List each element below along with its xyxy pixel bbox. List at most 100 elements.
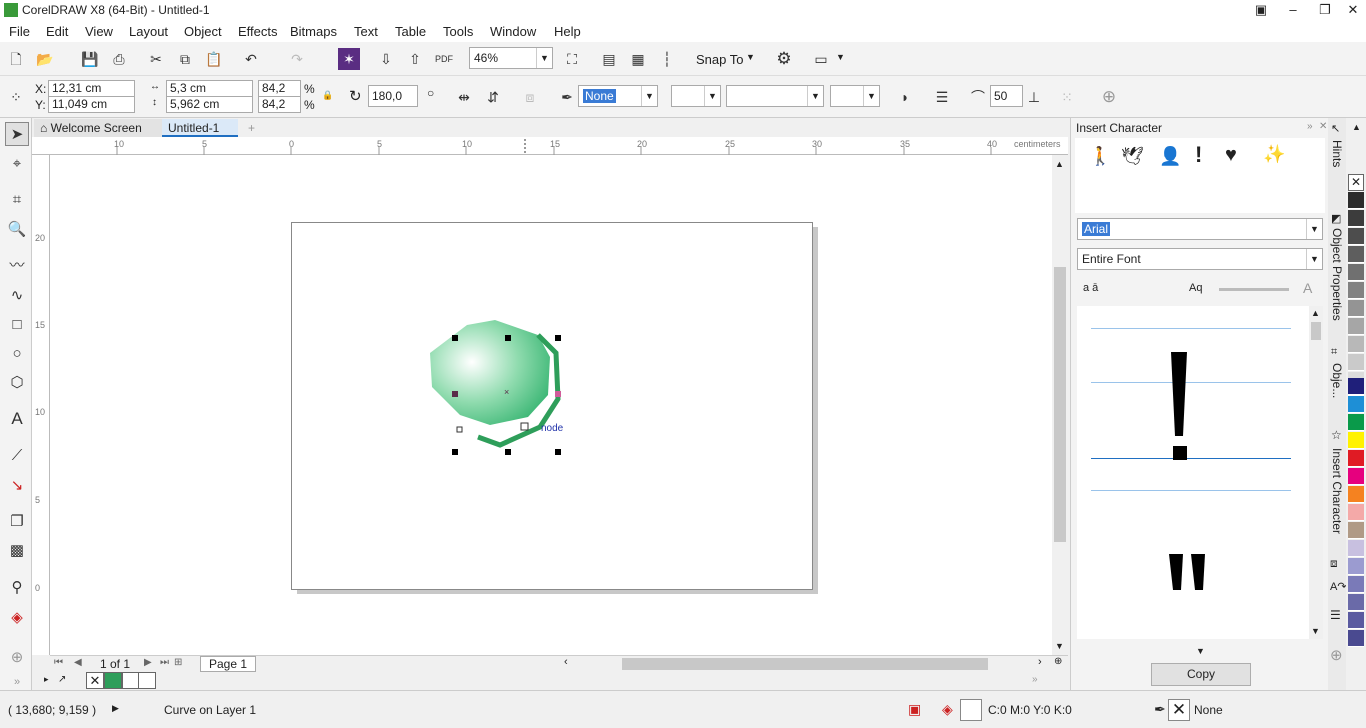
person-glyph[interactable]: 👤 [1159,146,1181,167]
transparency-tool-icon[interactable]: ▩ [5,539,29,563]
white-swatch-2[interactable] [138,672,156,689]
tab-objects[interactable]: Obje... [1330,363,1344,398]
tabs-menu-icon[interactable]: ↖ [1331,122,1340,135]
drawing-window[interactable]: × node [50,155,1054,655]
show-guidelines-icon[interactable]: ┆ [656,48,678,70]
color-swatch[interactable] [1348,414,1364,431]
color-swatch[interactable] [1348,576,1364,593]
vertical-scrollbar[interactable]: ▲ ▼ [1052,155,1068,655]
mirror-vertical-icon[interactable]: ⇵ [482,86,504,108]
menu-effects[interactable]: Effects [238,24,278,39]
crop-tool-icon[interactable]: ⌗ [5,188,29,212]
end-arrowhead-select[interactable]: ▼ [830,85,880,107]
first-page-icon[interactable]: ⏮ [54,657,63,668]
mirror-horizontal-icon[interactable]: ⇹ [453,86,475,108]
scroll-down-icon[interactable]: ▼ [1055,641,1064,651]
color-swatch[interactable]: ✕ [1348,174,1364,191]
color-swatch[interactable] [1348,228,1364,245]
previous-page-icon[interactable]: ◀ [74,657,82,668]
outline-width-select[interactable]: None ▼ [578,85,658,107]
snap-to-button[interactable]: Snap To [696,52,743,67]
add-tab-icon[interactable]: + [242,119,260,137]
docker-expand-icon[interactable]: » [1307,121,1313,132]
color-swatch[interactable] [1348,540,1364,557]
convert-to-curves-icon[interactable]: ⧈ [519,86,541,108]
color-swatch[interactable] [1348,504,1364,521]
filter-icon[interactable]: a ā [1083,282,1098,294]
lock-ratio-icon[interactable]: 🔒 [322,90,333,101]
chevron-down-icon[interactable]: ▼ [746,52,755,62]
color-swatch[interactable] [1348,450,1364,467]
menu-help[interactable]: Help [554,24,581,39]
tab-hints[interactable]: Hints [1330,140,1344,167]
green-swatch[interactable] [104,672,122,689]
rectangle-tool-icon[interactable]: □ [5,313,29,337]
cut-icon[interactable]: ✂ [145,48,167,70]
next-page-icon[interactable]: ▶ [144,657,152,668]
tab-untitled-1[interactable]: Untitled-1 [162,119,238,137]
drop-shadow-icon[interactable]: ❐ [5,510,29,534]
heart-glyph[interactable]: ♥ [1225,144,1237,167]
tab-object-properties[interactable]: Object Properties [1330,228,1344,321]
menu-tools[interactable]: Tools [443,24,473,39]
no-color-swatch[interactable]: ✕ [86,672,104,689]
full-screen-icon[interactable]: ⛶ [561,48,583,70]
scroll-down-icon[interactable]: ▼ [1311,626,1320,636]
print-icon[interactable]: ⎙ [108,48,130,70]
account-icon[interactable]: ▣ [1246,0,1276,20]
color-swatch[interactable] [1348,486,1364,503]
color-swatch[interactable] [1348,630,1364,647]
scale-x-field[interactable]: 84,2 [258,80,301,97]
docker-close-icon[interactable]: ✕ [1319,121,1327,132]
scroll-left-icon[interactable]: ‹ [564,656,568,668]
x-position-field[interactable]: 12,31 cm [48,80,135,97]
parallel-dimension-icon[interactable]: ⟋ [5,444,29,468]
show-grid-icon[interactable]: ▦ [627,48,649,70]
page-1-tab[interactable]: Page 1 [200,656,256,672]
scroll-up-icon[interactable]: ▲ [1055,159,1064,169]
dove-glyph[interactable]: 🕊 [1121,146,1144,167]
color-swatch[interactable] [1348,282,1364,299]
eyedropper-tool-icon[interactable]: ⚲ [5,576,29,600]
width-field[interactable]: 5,3 cm [166,80,253,97]
rotation-center-icon[interactable]: ○ [427,86,434,100]
add-page-icon[interactable]: ⊞ [174,657,182,668]
scroll-right-icon[interactable]: › [1038,656,1042,668]
scale-y-field[interactable]: 84,2 [258,96,301,113]
nodes-icon[interactable]: ⁙ [1056,86,1078,108]
character-grid-scrollbar[interactable]: ▲ ▼ [1309,306,1323,639]
object-origin-icon[interactable]: ⁘ [5,86,27,108]
selected-octagon-curve[interactable]: × [420,315,570,465]
freehand-tool-icon[interactable]: 〰 [5,254,29,278]
tab-insert-character[interactable]: Insert Character [1330,448,1344,534]
menu-object[interactable]: Object [184,24,222,39]
polygon-tool-icon[interactable]: ⬡ [5,371,29,395]
menu-table[interactable]: Table [395,24,426,39]
palette-up-icon[interactable]: ▲ [1352,122,1361,132]
menu-window[interactable]: Window [490,24,536,39]
menu-edit[interactable]: Edit [46,24,68,39]
menu-view[interactable]: View [85,24,113,39]
menu-bitmaps[interactable]: Bitmaps [290,24,337,39]
tab-welcome-screen[interactable]: ⌂ Welcome Screen [34,119,162,137]
ellipse-tool-icon[interactable]: ○ [5,342,29,366]
color-swatch[interactable] [1348,396,1364,413]
color-swatch[interactable] [1348,210,1364,227]
color-swatch[interactable] [1348,468,1364,485]
close-button[interactable]: ✕ [1338,0,1366,20]
close-curve-icon[interactable]: ◗ [894,86,916,108]
rotation-angle-field[interactable]: 180,0 [368,85,418,107]
docker-icon-3[interactable]: ☰ [1330,608,1341,622]
color-swatch[interactable] [1348,246,1364,263]
y-position-field[interactable]: 11,049 cm [48,96,135,113]
minimize-button[interactable]: – [1278,0,1308,20]
scroll-up-icon[interactable]: ▲ [1311,308,1320,318]
zoom-level-select[interactable]: 46% ▼ [469,47,553,69]
scroll-thumb[interactable] [1054,267,1066,542]
export-icon[interactable]: ⇧ [404,48,426,70]
color-swatch[interactable] [1348,300,1364,317]
restore-button[interactable]: ❐ [1310,0,1340,20]
palette-scroll-icon[interactable]: » [1032,674,1038,685]
fill-color-swatch[interactable] [960,699,982,721]
docker-icon-1[interactable]: ⧈ [1330,556,1338,571]
